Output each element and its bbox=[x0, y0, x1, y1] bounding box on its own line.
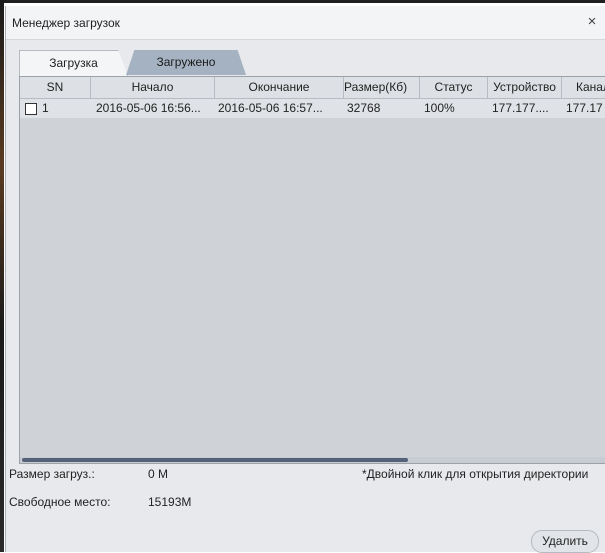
column-header-start[interactable]: Начало bbox=[91, 77, 215, 98]
column-header-device[interactable]: Устройство bbox=[488, 77, 562, 98]
horizontal-scrollbar[interactable] bbox=[20, 457, 605, 463]
column-header-channel[interactable]: Канал bbox=[562, 77, 605, 98]
download-manager-dialog: Менеджер загрузок × Загрузка Загружено S… bbox=[5, 6, 605, 553]
row-checkbox[interactable] bbox=[25, 103, 37, 115]
column-header-sn[interactable]: SN bbox=[20, 77, 91, 98]
downloads-table: SN Начало Окончание Размер(Кб) Статус Ус… bbox=[19, 76, 605, 464]
column-header-end[interactable]: Окончание bbox=[215, 77, 344, 98]
row-status: 100% bbox=[424, 101, 455, 115]
delete-button[interactable]: Удалить bbox=[531, 530, 599, 553]
table-row[interactable]: 1 2016-05-06 16:56... 2016-05-06 16:57..… bbox=[20, 99, 605, 118]
row-start-time: 2016-05-06 16:56... bbox=[96, 101, 201, 115]
row-sn: 1 bbox=[42, 101, 49, 115]
tab-downloading[interactable]: Загрузка bbox=[19, 50, 128, 76]
background-window-edge bbox=[0, 0, 4, 552]
row-end-time: 2016-05-06 16:57... bbox=[218, 101, 323, 115]
column-header-status[interactable]: Статус bbox=[420, 77, 488, 98]
title-bar: Менеджер загрузок × bbox=[6, 6, 605, 40]
free-space-label: Свободное место: bbox=[9, 495, 111, 509]
scrollbar-thumb[interactable] bbox=[22, 458, 408, 462]
row-device: 177.177.... bbox=[492, 101, 549, 115]
close-icon[interactable]: × bbox=[584, 13, 600, 31]
background-strip bbox=[0, 0, 605, 3]
hint-text: *Двойной клик для открытия директории bbox=[362, 467, 589, 481]
column-header-size[interactable]: Размер(Кб) bbox=[344, 77, 420, 98]
download-size-label: Размер загруз.: bbox=[9, 467, 95, 481]
row-size: 32768 bbox=[347, 101, 381, 115]
download-size-value: 0 M bbox=[148, 467, 169, 481]
row-channel: 177.17 bbox=[566, 101, 603, 115]
window-title: Менеджер загрузок bbox=[12, 16, 120, 30]
table-header: SN Начало Окончание Размер(Кб) Статус Ус… bbox=[20, 77, 605, 99]
tab-downloaded[interactable]: Загружено bbox=[126, 50, 246, 75]
free-space-value: 15193M bbox=[148, 495, 192, 509]
